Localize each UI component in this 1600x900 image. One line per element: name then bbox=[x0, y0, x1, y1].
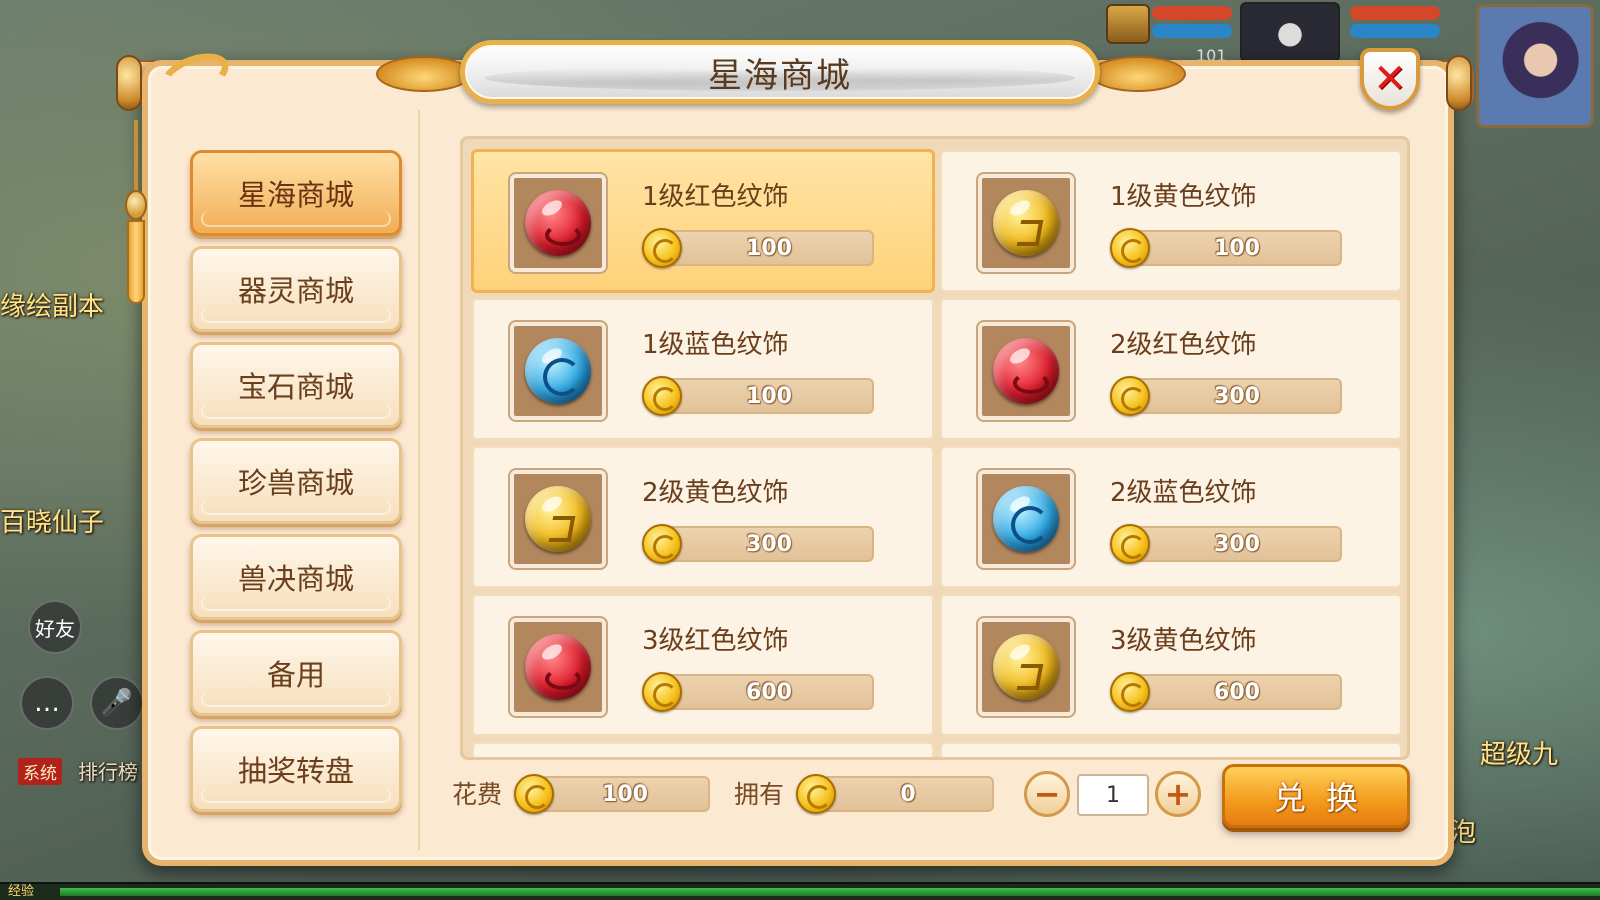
friends-label: 好友 bbox=[35, 616, 75, 641]
scene-dungeon-label: 缘绘副本 bbox=[0, 292, 105, 322]
owned-label: 拥有 bbox=[734, 780, 785, 809]
nav-tab-lottery-wheel[interactable]: 抽奖转盘 bbox=[190, 726, 402, 812]
hud-hp-bar-2 bbox=[1350, 6, 1440, 20]
coin-icon bbox=[514, 774, 554, 814]
chat-bubble-icon[interactable]: … bbox=[20, 676, 74, 730]
red-gem-icon bbox=[993, 338, 1059, 404]
item-name: 2级黄色纹饰 bbox=[642, 478, 789, 508]
nav-tab-skillbook-shop[interactable]: 兽决商城 bbox=[190, 534, 402, 620]
shop-nav: 星海商城 器灵商城 宝石商城 珍兽商城 兽决商城 备用 抽奖转盘 bbox=[150, 110, 420, 850]
ranking-label[interactable]: 排行榜 bbox=[78, 756, 138, 785]
pet-portrait[interactable] bbox=[1240, 2, 1340, 62]
item-name: 3级红色纹饰 bbox=[642, 626, 789, 656]
exp-bar-fill bbox=[60, 888, 1600, 896]
exp-label: 经验 bbox=[8, 884, 35, 899]
quantity-input[interactable]: 1 bbox=[1077, 774, 1149, 816]
exp-bar: 经验 bbox=[0, 882, 1600, 900]
system-tag: 系统 bbox=[18, 758, 62, 785]
shop-item-card[interactable]: 3级黄色纹饰 600 bbox=[939, 593, 1403, 737]
shop-item-card-partial[interactable] bbox=[939, 741, 1403, 757]
blue-gem-icon bbox=[993, 486, 1059, 552]
item-name: 1级黄色纹饰 bbox=[1110, 182, 1257, 212]
nav-tab-qiling-shop[interactable]: 器灵商城 bbox=[190, 246, 402, 332]
shop-item-card[interactable]: 2级蓝色纹饰 300 bbox=[939, 445, 1403, 589]
item-price: 100 bbox=[664, 378, 874, 414]
increase-quantity-button[interactable]: + bbox=[1155, 771, 1201, 817]
title-wing-right bbox=[1090, 56, 1186, 92]
hud-hp-bar bbox=[1152, 6, 1232, 20]
decrease-quantity-button[interactable]: − bbox=[1024, 771, 1070, 817]
red-gem-icon bbox=[525, 634, 591, 700]
nav-tab-gem-shop[interactable]: 宝石商城 bbox=[190, 342, 402, 428]
rod-cap-right bbox=[1446, 55, 1472, 111]
owned-value: 0 bbox=[822, 776, 994, 812]
red-gem-icon bbox=[525, 190, 591, 256]
coin-icon bbox=[796, 774, 836, 814]
shop-item-card[interactable]: 1级黄色纹饰 100 bbox=[939, 149, 1403, 293]
shop-item-card[interactable]: 1级红色纹饰 100 bbox=[471, 149, 935, 293]
shop-item-card[interactable]: 1级蓝色纹饰 100 bbox=[471, 297, 935, 441]
close-icon: ✕ bbox=[1373, 56, 1407, 102]
shop-item-card[interactable]: 2级红色纹饰 300 bbox=[939, 297, 1403, 441]
item-grid: 1级红色纹饰 100 1级黄色纹饰 100 1级蓝色纹饰 100 2级红色纹饰 … bbox=[460, 136, 1410, 760]
coin-icon bbox=[642, 672, 682, 712]
shop-item-card[interactable]: 2级黄色纹饰 300 bbox=[471, 445, 935, 589]
tassel-ornament bbox=[124, 120, 148, 304]
nav-tab-reserve[interactable]: 备用 bbox=[190, 630, 402, 716]
item-name: 1级蓝色纹饰 bbox=[642, 330, 789, 360]
item-name: 2级红色纹饰 bbox=[1110, 330, 1257, 360]
hud-armor-icon[interactable] bbox=[1106, 4, 1150, 44]
hud-mp-bar-2 bbox=[1350, 24, 1440, 38]
hud-mp-bar bbox=[1152, 24, 1232, 38]
shop-item-card-partial[interactable] bbox=[471, 741, 935, 757]
yellow-gem-icon bbox=[993, 190, 1059, 256]
coin-icon bbox=[642, 228, 682, 268]
friends-button[interactable]: 好友 bbox=[28, 600, 82, 654]
yellow-gem-icon bbox=[525, 486, 591, 552]
exchange-button[interactable]: 兑换 bbox=[1222, 764, 1410, 828]
rod-cap-left bbox=[116, 55, 142, 111]
item-price: 600 bbox=[664, 674, 874, 710]
coin-icon bbox=[1110, 672, 1150, 712]
close-button[interactable]: ✕ bbox=[1360, 48, 1420, 110]
player-portrait[interactable] bbox=[1476, 4, 1594, 128]
item-price: 100 bbox=[664, 230, 874, 266]
yellow-gem-icon bbox=[993, 634, 1059, 700]
cost-label: 花费 bbox=[452, 780, 503, 809]
coin-icon bbox=[1110, 376, 1150, 416]
title-plate: 星海商城 bbox=[460, 40, 1100, 104]
item-price: 600 bbox=[1132, 674, 1342, 710]
shop-item-card[interactable]: 3级红色纹饰 600 bbox=[471, 593, 935, 737]
item-name: 1级红色纹饰 bbox=[642, 182, 789, 212]
item-name: 2级蓝色纹饰 bbox=[1110, 478, 1257, 508]
item-name: 3级黄色纹饰 bbox=[1110, 626, 1257, 656]
item-price: 300 bbox=[1132, 526, 1342, 562]
blue-gem-icon bbox=[525, 338, 591, 404]
title-wing-left bbox=[376, 56, 472, 92]
coin-icon bbox=[1110, 228, 1150, 268]
nav-tab-xinghai-shop[interactable]: 星海商城 bbox=[190, 150, 402, 236]
cost-value: 100 bbox=[540, 776, 710, 812]
coin-icon bbox=[1110, 524, 1150, 564]
item-price: 100 bbox=[1132, 230, 1342, 266]
window-title: 星海商城 bbox=[708, 55, 852, 96]
microphone-icon[interactable]: 🎤 bbox=[90, 676, 144, 730]
coin-icon bbox=[642, 376, 682, 416]
item-price: 300 bbox=[1132, 378, 1342, 414]
coin-icon bbox=[642, 524, 682, 564]
nav-tab-pet-shop[interactable]: 珍兽商城 bbox=[190, 438, 402, 524]
item-price: 300 bbox=[664, 526, 874, 562]
scene-npc-label: 百晓仙子 bbox=[0, 508, 105, 538]
super-label: 超级九 bbox=[1480, 740, 1559, 770]
